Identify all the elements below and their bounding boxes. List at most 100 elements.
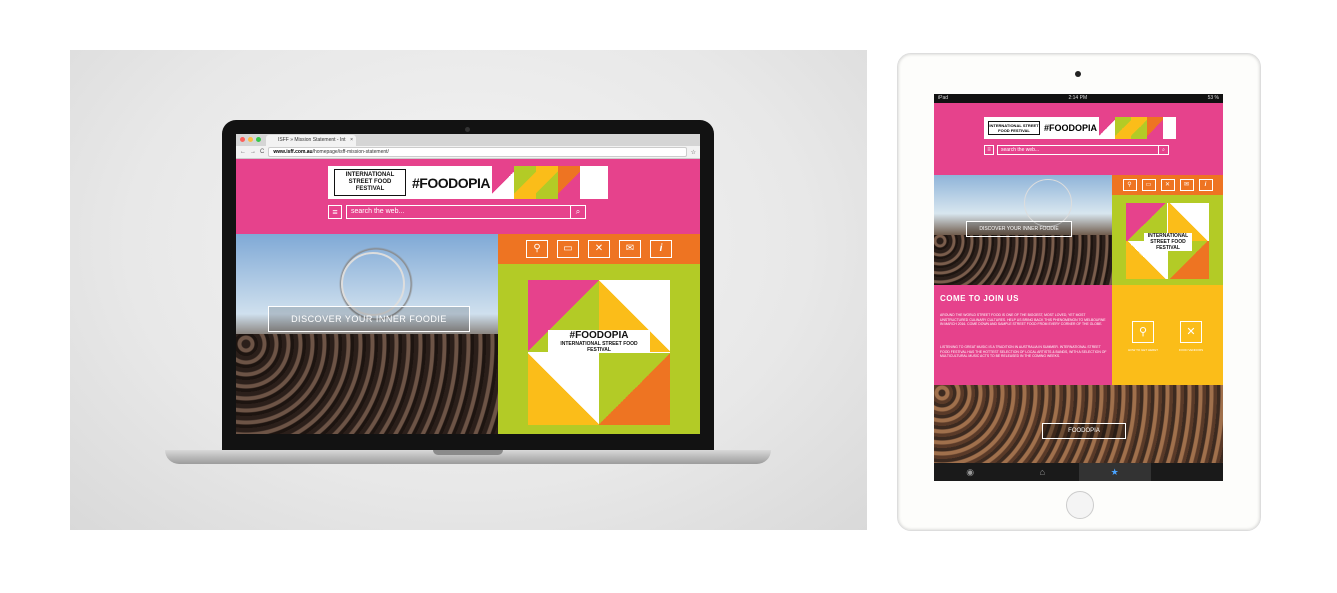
zoom-window-button[interactable] [256, 137, 261, 142]
url-domain: www.isff.com.au [273, 149, 313, 155]
join-paragraph-1: AROUND THE WORLD STREET FOOD IS ONE OF T… [940, 313, 1106, 327]
tablet-banner-tile-3 [1131, 117, 1147, 139]
status-bar: iPad 2:14 PM 53 % [934, 94, 1223, 103]
status-device: iPad [938, 95, 949, 101]
tablet-crowd-graphic [934, 235, 1112, 285]
tablet-search-icon[interactable]: ⌕ [1158, 146, 1168, 154]
search-icon[interactable]: ⌕ [570, 206, 585, 218]
forward-icon[interactable]: → [250, 149, 256, 155]
utensils-icon[interactable]: ✕ [588, 240, 610, 258]
tablet-search-input[interactable]: search the web... ⌕ [997, 145, 1169, 155]
tablet-utensils-icon[interactable]: ✕ [1160, 179, 1175, 191]
tablet-mail-icon[interactable]: ✉ [1179, 179, 1194, 191]
mail-icon[interactable]: ✉ [619, 240, 641, 258]
website-page: INTERNATIONAL STREET FOOD FESTIVAL #FOOD… [236, 159, 700, 434]
status-time: 2:14 PM [1068, 95, 1088, 101]
tablet-poster-panel: INTERNATIONAL STREET FOOD FESTIVAL [1112, 195, 1223, 285]
laptop-base [165, 450, 771, 464]
home-icon[interactable]: ⌂ [1006, 463, 1078, 481]
poster-brand: #FOODOPIA [569, 330, 629, 341]
poster-panel: #FOODOPIA INTERNATIONAL STREET FOOD FESTI… [498, 264, 700, 434]
hero-photo: DISCOVER YOUR INNER FOODIE [236, 234, 498, 434]
menu-icon[interactable]: ≡ [328, 205, 342, 219]
tablet-hero-photo: DISCOVER YOUR INNER FOODIE [934, 175, 1112, 285]
banner-tile-green [514, 166, 536, 199]
food-vendors-label: FOOD VENDORS [1178, 348, 1204, 352]
tablet-site-header: INTERNATIONAL STREET FOOD FESTIVAL #FOOD… [934, 103, 1223, 175]
reload-icon[interactable]: C [260, 149, 264, 155]
foodopia-button[interactable]: FOODOPIA [1042, 423, 1126, 439]
join-section: COME TO JOIN US AROUND THE WORLD STREET … [934, 285, 1112, 385]
tab-close-icon[interactable]: × [350, 135, 353, 146]
tablet-festival-name: INTERNATIONAL STREET FOOD FESTIVAL [988, 121, 1040, 135]
tablet-discover-button[interactable]: DISCOVER YOUR INNER FOODIE [966, 221, 1072, 237]
join-title: COME TO JOIN US [940, 294, 1019, 303]
poster-quad-4 [599, 353, 670, 425]
url-path: /homepage/isff-mission-statement/ [312, 149, 389, 155]
laptop-mockup: ISFF » Mission Statement - Int × ← → C w… [70, 50, 867, 530]
tablet-menu-icon[interactable]: ≡ [984, 145, 994, 155]
tablet-festival-poster[interactable]: INTERNATIONAL STREET FOOD FESTIVAL [1126, 203, 1209, 279]
tablet-tab-bar: ◉ ⌂ ★ [934, 463, 1223, 481]
tablet-festival-banner[interactable]: INTERNATIONAL STREET FOOD FESTIVAL #FOOD… [984, 117, 1176, 139]
browser-toolbar: ← → C www.isff.com.au/homepage/isff-miss… [236, 146, 700, 159]
car-icon[interactable]: ▭ [557, 240, 579, 258]
festival-poster[interactable]: #FOODOPIA INTERNATIONAL STREET FOOD FESTI… [528, 280, 670, 425]
tablet-search-placeholder: search the web... [1001, 147, 1040, 153]
site-header: INTERNATIONAL STREET FOOD FESTIVAL #FOOD… [236, 159, 700, 234]
search-input[interactable]: search the web... ⌕ [346, 205, 586, 219]
poster-title: #FOODOPIA INTERNATIONAL STREET FOOD FESTI… [548, 330, 650, 353]
icon-bar: ⚲ ▭ ✕ ✉ i [498, 234, 700, 264]
address-bar[interactable]: www.isff.com.au/homepage/isff-mission-st… [268, 147, 687, 157]
laptop-lid: ISFF » Mission Statement - Int × ← → C w… [222, 120, 714, 452]
location-pin-icon[interactable]: ⚲ [526, 240, 548, 258]
laptop-notch [433, 450, 503, 455]
tablet-car-icon[interactable]: ▭ [1141, 179, 1156, 191]
discover-button[interactable]: DISCOVER YOUR INNER FOODIE [268, 306, 470, 332]
search-placeholder: search the web... [351, 208, 405, 215]
directions-pin-icon[interactable]: ⚲ [1132, 321, 1154, 343]
star-icon[interactable]: ★ [1078, 463, 1151, 481]
close-window-button[interactable] [240, 137, 245, 142]
back-icon[interactable]: ← [240, 149, 246, 155]
quick-links-panel: ⚲ HOW TO GET HERE? ✕ FOOD VENDORS [1112, 285, 1223, 385]
how-to-get-here-label: HOW TO GET HERE? [1127, 348, 1158, 352]
tablet-info-icon[interactable]: i [1198, 179, 1213, 191]
tablet-poster-title: INTERNATIONAL STREET FOOD FESTIVAL [1144, 233, 1192, 251]
laptop-camera [465, 127, 470, 132]
window-controls[interactable] [240, 137, 261, 142]
banner-tile-orange [558, 166, 580, 199]
minimize-window-button[interactable] [248, 137, 253, 142]
food-vendors-icon[interactable]: ✕ [1180, 321, 1202, 343]
tablet-location-pin-icon[interactable]: ⚲ [1122, 179, 1137, 191]
banner-tile-yellow [536, 166, 558, 199]
festival-name: INTERNATIONAL STREET FOOD FESTIVAL [334, 169, 406, 196]
browser-tab[interactable]: ISFF » Mission Statement - Int × [266, 135, 356, 146]
tablet-icon-bar: ⚲ ▭ ✕ ✉ i [1112, 175, 1223, 195]
poster-quad-3 [528, 353, 599, 425]
camera-icon[interactable]: ◉ [934, 463, 1006, 481]
hero-section: DISCOVER YOUR INNER FOODIE ⚲ ▭ ✕ ✉ i #FO… [236, 234, 700, 434]
tablet-screen: iPad 2:14 PM 53 % INTERNATIONAL STREET F… [934, 94, 1223, 481]
festival-banner[interactable]: INTERNATIONAL STREET FOOD FESTIVAL #FOOD… [328, 166, 608, 199]
info-icon[interactable]: i [650, 240, 672, 258]
poster-festival-name: INTERNATIONAL STREET FOOD FESTIVAL [560, 341, 638, 353]
status-battery: 53 % [1207, 95, 1219, 101]
tab-title: ISFF » Mission Statement - Int [278, 137, 346, 143]
tablet-brand-logo: #FOODOPIA [1044, 123, 1098, 133]
home-button[interactable] [1066, 491, 1094, 519]
tab-spacer [1151, 463, 1223, 481]
crowd-graphic [236, 334, 498, 434]
brand-logo: #FOODOPIA [412, 174, 490, 191]
tablet-search-row: ≡ search the web... ⌕ [984, 145, 1169, 155]
bookmark-star-icon[interactable]: ☆ [691, 149, 696, 156]
tablet-mockup: iPad 2:14 PM 53 % INTERNATIONAL STREET F… [897, 53, 1261, 531]
join-paragraph-2: LISTENING TO GREAT MUSIC IS A TRADITION … [940, 345, 1107, 359]
search-row: ≡ search the web... ⌕ [328, 205, 586, 219]
tablet-ferris-wheel-graphic [1024, 179, 1072, 227]
laptop-screen: ISFF » Mission Statement - Int × ← → C w… [236, 134, 700, 434]
tablet-banner-tile-2 [1115, 117, 1131, 139]
tablet-banner-tile-4 [1147, 117, 1163, 139]
banner-tile-pink [492, 166, 514, 199]
tablet-banner-tile-1 [1099, 117, 1115, 139]
